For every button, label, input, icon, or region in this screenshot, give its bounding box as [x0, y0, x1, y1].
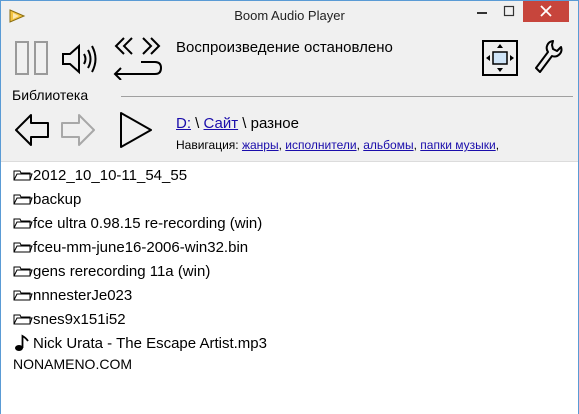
- back-arrow-icon[interactable]: [14, 113, 50, 147]
- breadcrumb-separator: \: [242, 115, 247, 132]
- list-item[interactable]: fce ultra 0.98.15 re-recording (win): [13, 211, 262, 235]
- list-item[interactable]: fceu-mm-june16-2006-win32.bin: [13, 235, 248, 259]
- breadcrumb-current: разное: [250, 115, 299, 132]
- navigation-label: Навигация:: [176, 138, 239, 152]
- item-name: snes9x151i52: [33, 310, 126, 328]
- list-item[interactable]: Nick Urata - The Escape Artist.mp3: [13, 331, 267, 355]
- list-item[interactable]: nnnesterJe023: [13, 283, 132, 307]
- list-item[interactable]: snes9x151i52: [13, 307, 126, 331]
- play-icon[interactable]: [117, 111, 155, 149]
- library-divider: [121, 96, 573, 97]
- pause-icon[interactable]: [14, 41, 50, 75]
- playback-status: Воспроизведение остановлено: [176, 39, 393, 56]
- item-name: nnnesterJe023: [33, 286, 133, 304]
- file-list: 2012_10_10-11_54_55 backup fce ultra 0.9…: [1, 161, 578, 414]
- app-window: Boom Audio Player Воспроизведение остано…: [0, 0, 579, 414]
- item-name: 2012_10_10-11_54_55: [33, 166, 188, 184]
- title-bar: Boom Audio Player: [1, 1, 578, 31]
- folder-icon: [13, 218, 33, 229]
- list-item[interactable]: gens rerecording 11a (win): [13, 259, 210, 283]
- minimize-icon: [477, 12, 487, 14]
- breadcrumb-separator: \: [195, 115, 200, 132]
- nav-link-artists[interactable]: исполнители: [285, 138, 356, 152]
- music-note-icon: [15, 334, 29, 351]
- list-item[interactable]: backup: [13, 187, 81, 211]
- breadcrumb-drive-link[interactable]: D:: [176, 115, 191, 132]
- item-name: Nick Urata - The Escape Artist.mp3: [33, 334, 267, 352]
- library-navigation: D: \ Сайт \ разное Навигация: жанры, исп…: [1, 105, 578, 161]
- nav-link-albums[interactable]: альбомы: [363, 138, 413, 152]
- minimize-button[interactable]: [469, 1, 495, 22]
- item-name: gens rerecording 11a (win): [33, 262, 211, 280]
- folder-icon: [13, 290, 33, 301]
- breadcrumb: D: \ Сайт \ разное: [176, 115, 299, 132]
- close-button[interactable]: [523, 1, 569, 22]
- folder-icon: [13, 194, 33, 205]
- navigation-links: Навигация: жанры, исполнители, альбомы, …: [176, 138, 500, 152]
- player-toolbar: Воспроизведение остановлено: [1, 31, 578, 89]
- nav-link-music-folders[interactable]: папки музыки: [420, 138, 495, 152]
- folder-icon: [13, 170, 33, 181]
- maximize-button[interactable]: [496, 1, 522, 22]
- nav-link-genres[interactable]: жанры: [242, 138, 279, 152]
- fit-window-icon[interactable]: [482, 40, 518, 76]
- maximize-icon: [503, 5, 515, 17]
- repeat-icon[interactable]: [111, 34, 163, 80]
- settings-wrench-icon[interactable]: [533, 39, 563, 75]
- list-item[interactable]: 2012_10_10-11_54_55: [13, 163, 187, 187]
- item-name: fce ultra 0.98.15 re-recording (win): [33, 214, 263, 232]
- close-icon: [540, 5, 552, 17]
- folder-icon: [13, 242, 33, 253]
- navigation-trailing: ,: [495, 138, 500, 152]
- library-label: Библиотека: [12, 87, 89, 103]
- footer-text: NONAMENO.COM: [13, 356, 132, 372]
- breadcrumb-folder-link[interactable]: Сайт: [204, 115, 239, 132]
- volume-icon[interactable]: [60, 43, 100, 75]
- item-name: backup: [33, 190, 82, 208]
- folder-icon: [13, 266, 33, 277]
- forward-arrow-icon[interactable]: [60, 113, 96, 147]
- folder-icon: [13, 314, 33, 325]
- item-name: fceu-mm-june16-2006-win32.bin: [33, 238, 249, 256]
